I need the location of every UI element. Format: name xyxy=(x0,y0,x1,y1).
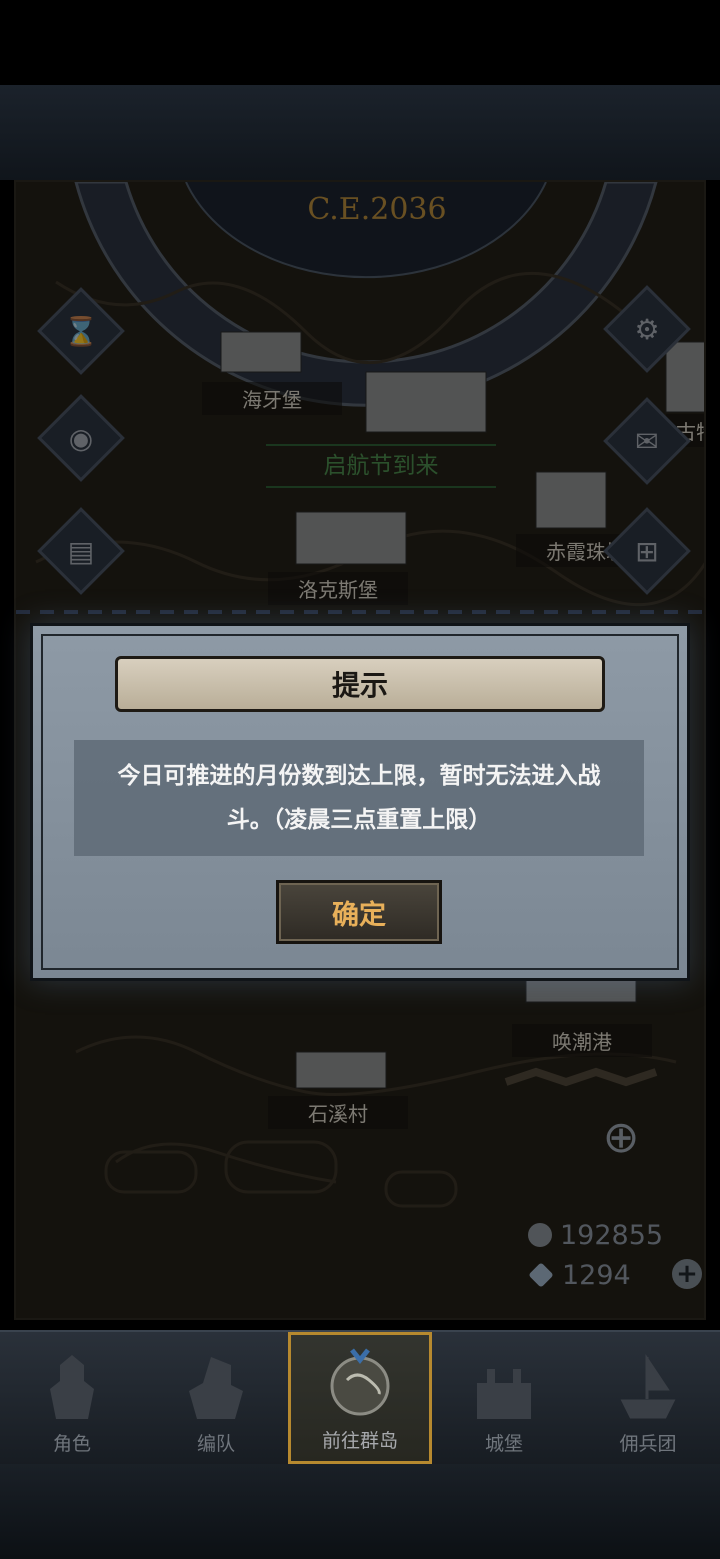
dialog-title: 提示 xyxy=(115,656,605,712)
tab-label: 编队 xyxy=(196,1433,235,1455)
tab-label: 城堡 xyxy=(484,1433,523,1455)
top-black-band xyxy=(0,0,720,85)
confirm-button[interactable]: 确定 xyxy=(276,880,442,944)
warrior-icon xyxy=(189,1357,243,1419)
dialog-message-box: 今日可推进的月份数到达上限，暂时无法进入战斗。（凌晨三点重置上限） xyxy=(74,740,644,856)
ship-icon xyxy=(620,1354,676,1419)
tab-character[interactable]: 角色 xyxy=(0,1332,144,1464)
tab-label: 角色 xyxy=(52,1433,91,1455)
dialog-message: 今日可推进的月份数到达上限，暂时无法进入战斗。（凌晨三点重置上限） xyxy=(117,763,601,833)
tab-castle[interactable]: 城堡 xyxy=(432,1332,576,1464)
tab-label: 佣兵团 xyxy=(619,1433,677,1455)
top-panel xyxy=(0,85,720,180)
bottom-panel xyxy=(0,1464,720,1559)
castle-icon xyxy=(477,1369,531,1419)
tab-formation[interactable]: 编队 xyxy=(144,1332,288,1464)
globe-icon xyxy=(330,1348,390,1416)
tab-go-to-islands[interactable]: 前往群岛 xyxy=(288,1332,432,1464)
knight-icon xyxy=(50,1355,94,1419)
tab-mercenary[interactable]: 佣兵团 xyxy=(576,1332,720,1464)
bottom-nav: 角色 编队 前往群岛 城堡 佣兵团 xyxy=(0,1330,720,1466)
tab-label: 前往群岛 xyxy=(321,1430,398,1452)
